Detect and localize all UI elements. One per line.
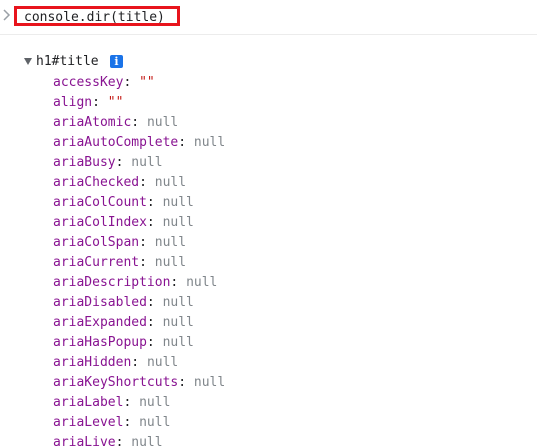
property-value: null (131, 155, 163, 170)
property-list: accessKey: "" align: "" ariaAtomic: null ar… (53, 73, 225, 446)
property-value: null (154, 175, 187, 190)
triangle-down-icon[interactable] (24, 58, 32, 65)
property-value: "" (107, 95, 124, 110)
property-value: null (154, 235, 187, 250)
property-separator: : (131, 355, 147, 370)
property-value: null (162, 315, 194, 330)
property-separator: : (178, 375, 194, 390)
property-key: ariaCurrent (53, 255, 140, 270)
property-value: null (131, 435, 163, 446)
property-value: null (193, 375, 226, 390)
property-value: null (162, 195, 194, 210)
property-value: null (162, 295, 194, 310)
property-key: ariaColSpan (53, 235, 140, 250)
property-separator: : (115, 435, 132, 446)
property-row[interactable]: ariaDescription: null (53, 273, 225, 293)
property-key: accessKey (53, 75, 124, 90)
property-separator: : (170, 275, 187, 290)
property-key: ariaDisabled (53, 295, 147, 310)
property-key: ariaKeyShortcuts (53, 375, 179, 390)
property-row[interactable]: ariaColIndex: null (53, 213, 225, 233)
property-key: ariaAutoComplete (53, 135, 179, 150)
property-row[interactable]: ariaAtomic: null (53, 113, 225, 133)
property-value: null (146, 355, 179, 370)
property-separator: : (146, 195, 163, 210)
property-separator: : (123, 415, 140, 430)
property-separator: : (115, 155, 132, 170)
property-separator: : (131, 115, 147, 130)
property-separator: : (139, 235, 155, 250)
property-row[interactable]: ariaLive: null (53, 433, 225, 446)
property-value: null (154, 255, 187, 270)
property-row[interactable]: ariaColSpan: null (53, 233, 225, 253)
property-separator: : (139, 255, 155, 270)
property-key: ariaAtomic (53, 115, 132, 130)
property-value: null (146, 115, 179, 130)
property-separator: : (178, 135, 194, 150)
property-separator: : (146, 335, 163, 350)
property-value: null (193, 135, 226, 150)
chevron-right-icon (3, 9, 11, 21)
property-key: ariaColIndex (53, 215, 147, 230)
console-input-row[interactable]: console.dir(title) (0, 0, 537, 35)
console-command[interactable]: console.dir(title) (24, 10, 165, 26)
property-row[interactable]: ariaChecked: null (53, 173, 225, 193)
property-key: ariaLive (53, 435, 116, 446)
property-row[interactable]: ariaCurrent: null (53, 253, 225, 273)
property-row[interactable]: ariaExpanded: null (53, 313, 225, 333)
property-separator: : (92, 95, 108, 110)
property-row[interactable]: ariaDisabled: null (53, 293, 225, 313)
property-row[interactable]: ariaLevel: null (53, 413, 225, 433)
property-key: align (53, 95, 93, 110)
property-value: "" (139, 75, 155, 90)
property-row[interactable]: ariaHidden: null (53, 353, 225, 373)
property-row[interactable]: ariaKeyShortcuts: null (53, 373, 225, 393)
property-key: ariaChecked (53, 175, 140, 190)
property-row[interactable]: ariaHasPopup: null (53, 333, 225, 353)
property-row[interactable]: accessKey: "" (53, 73, 225, 93)
property-key: ariaLabel (53, 395, 124, 410)
property-row[interactable]: ariaColCount: null (53, 193, 225, 213)
property-row[interactable]: ariaLabel: null (53, 393, 225, 413)
property-separator: : (139, 175, 155, 190)
property-separator: : (146, 215, 163, 230)
property-separator: : (123, 395, 140, 410)
property-key: ariaExpanded (53, 315, 147, 330)
property-row[interactable]: ariaBusy: null (53, 153, 225, 173)
property-value: null (139, 415, 171, 430)
property-row[interactable]: align: "" (53, 93, 225, 113)
object-label[interactable]: h1#title (36, 54, 99, 70)
object-tree-header[interactable]: h1#title i (24, 54, 123, 70)
property-key: ariaHasPopup (53, 335, 147, 350)
property-value: null (139, 395, 171, 410)
property-separator: : (123, 75, 140, 90)
property-value: null (162, 215, 194, 230)
property-value: null (162, 335, 194, 350)
property-separator: : (146, 295, 163, 310)
info-icon[interactable]: i (110, 55, 123, 68)
property-row[interactable]: ariaAutoComplete: null (53, 133, 225, 153)
property-key: ariaBusy (53, 155, 116, 170)
property-key: ariaColCount (53, 195, 147, 210)
property-separator: : (146, 315, 163, 330)
property-key: ariaDescription (53, 275, 171, 290)
property-key: ariaLevel (53, 415, 124, 430)
property-value: null (186, 275, 218, 290)
property-key: ariaHidden (53, 355, 132, 370)
